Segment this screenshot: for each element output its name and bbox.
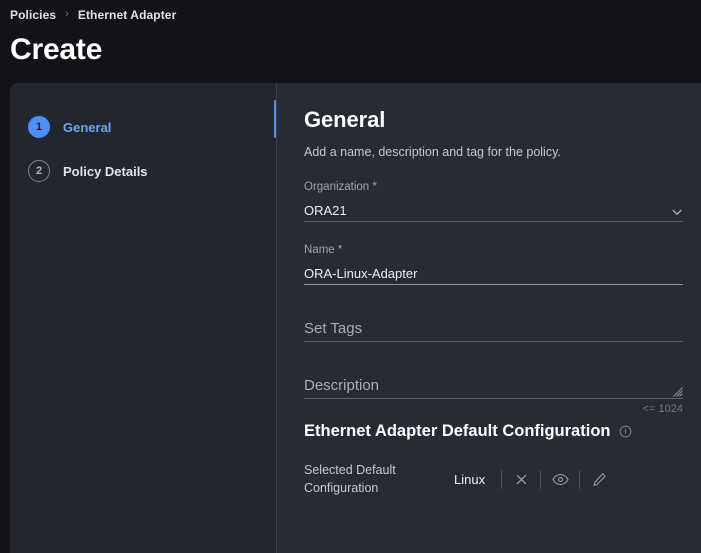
page-title: Create [10,33,701,66]
chevron-right-icon: › [65,9,69,20]
view-configuration-button[interactable] [541,467,579,491]
chevron-down-icon[interactable] [671,206,683,218]
sidebar-item-general[interactable]: 1 General [10,105,277,149]
info-icon[interactable] [619,425,632,438]
description-placeholder: Description [304,378,670,398]
resize-handle-icon[interactable] [670,384,683,397]
sidebar-item-general-label: General [63,120,111,135]
name-input[interactable]: ORA-Linux-Adapter [304,263,683,285]
organization-field: Organization * ORA21 [304,181,683,222]
organization-value: ORA21 [304,204,671,221]
wizard-sidebar: 1 General 2 Policy Details [10,83,277,553]
general-panel: General Add a name, description and tag … [277,83,701,553]
name-label: Name * [304,244,683,256]
selected-default-configuration-actions: Linux [454,467,683,491]
set-tags-input[interactable]: Set Tags [304,316,683,342]
breadcrumb-link-policies[interactable]: Policies [10,8,56,22]
step-badge-1: 1 [28,116,50,138]
clear-selection-button[interactable] [502,467,540,491]
sidebar-item-policy-details[interactable]: 2 Policy Details [10,149,277,193]
description-textarea[interactable]: Description [304,373,683,399]
name-value: ORA-Linux-Adapter [304,267,683,284]
panel-subtitle: Add a name, description and tag for the … [304,145,683,159]
set-tags-placeholder: Set Tags [304,321,683,341]
description-field: Description <= 1024 [304,373,683,415]
set-tags-field: Set Tags [304,316,683,342]
step-badge-2: 2 [28,160,50,182]
selected-default-configuration-row: Selected Default Configuration Linux [304,461,683,497]
default-configuration-section-heading: Ethernet Adapter Default Configuration [304,422,683,441]
description-max-length-hint: <= 1024 [304,403,683,415]
selected-default-configuration-label: Selected Default Configuration [304,461,454,497]
edit-configuration-button[interactable] [580,467,618,491]
organization-label: Organization * [304,181,683,193]
breadcrumb-current-ethernet-adapter: Ethernet Adapter [78,8,177,22]
panel-title: General [304,107,683,133]
wizard-card: 1 General 2 Policy Details General Add a… [10,83,701,553]
section-heading-text: Ethernet Adapter Default Configuration [304,422,610,441]
selected-default-configuration-value: Linux [454,472,501,487]
organization-select[interactable]: ORA21 [304,200,683,222]
page-header: Policies › Ethernet Adapter Create [0,0,701,78]
breadcrumb: Policies › Ethernet Adapter [10,6,701,24]
name-field: Name * ORA-Linux-Adapter [304,244,683,285]
sidebar-item-policy-details-label: Policy Details [63,164,148,179]
